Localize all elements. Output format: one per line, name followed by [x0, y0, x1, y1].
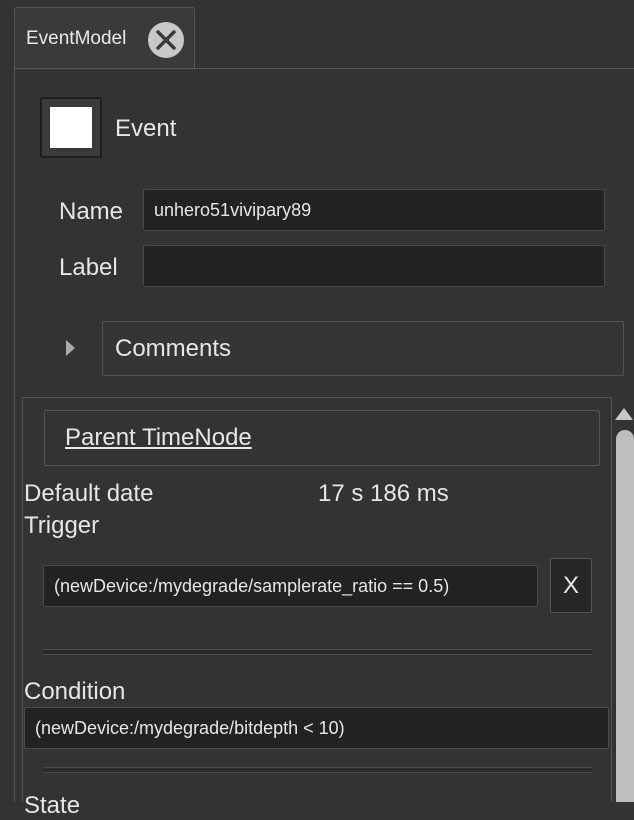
comments-label: Comments: [115, 334, 232, 362]
trigger-label: Trigger: [24, 512, 100, 539]
divider: [43, 767, 592, 773]
default-date-value: 17 s 186 ms: [318, 480, 449, 507]
clear-trigger-button[interactable]: X: [550, 558, 592, 613]
name-field[interactable]: unhero51vivipary89: [143, 189, 605, 231]
divider: [43, 649, 592, 655]
color-swatch: [50, 107, 92, 148]
close-icon[interactable]: [148, 22, 184, 58]
parent-timenode-box: Parent TimeNode: [44, 410, 600, 466]
scrollbar-thumb[interactable]: [616, 430, 634, 802]
scroll-up-arrow-icon[interactable]: [615, 408, 633, 420]
name-label: Name: [59, 198, 124, 225]
name-value: unhero51vivipary89: [154, 199, 312, 220]
condition-label: Condition: [24, 678, 126, 705]
trigger-expression-field[interactable]: (newDevice:/mydegrade/samplerate_ratio =…: [43, 565, 538, 607]
label-label: Label: [59, 254, 118, 281]
label-field[interactable]: [143, 245, 605, 287]
comments-section[interactable]: Comments: [102, 321, 624, 376]
state-label: State: [24, 792, 81, 819]
caret-right-icon[interactable]: [66, 340, 75, 356]
trigger-expression: (newDevice:/mydegrade/samplerate_ratio =…: [54, 575, 450, 596]
parent-timenode-link[interactable]: Parent TimeNode: [65, 424, 252, 452]
event-title: Event: [115, 115, 177, 142]
tab-label: EventModel: [26, 28, 127, 49]
default-date-label: Default date: [24, 480, 154, 507]
condition-expression-field[interactable]: (newDevice:/mydegrade/bitdepth < 10): [24, 707, 609, 749]
condition-expression: (newDevice:/mydegrade/bitdepth < 10): [35, 717, 345, 738]
